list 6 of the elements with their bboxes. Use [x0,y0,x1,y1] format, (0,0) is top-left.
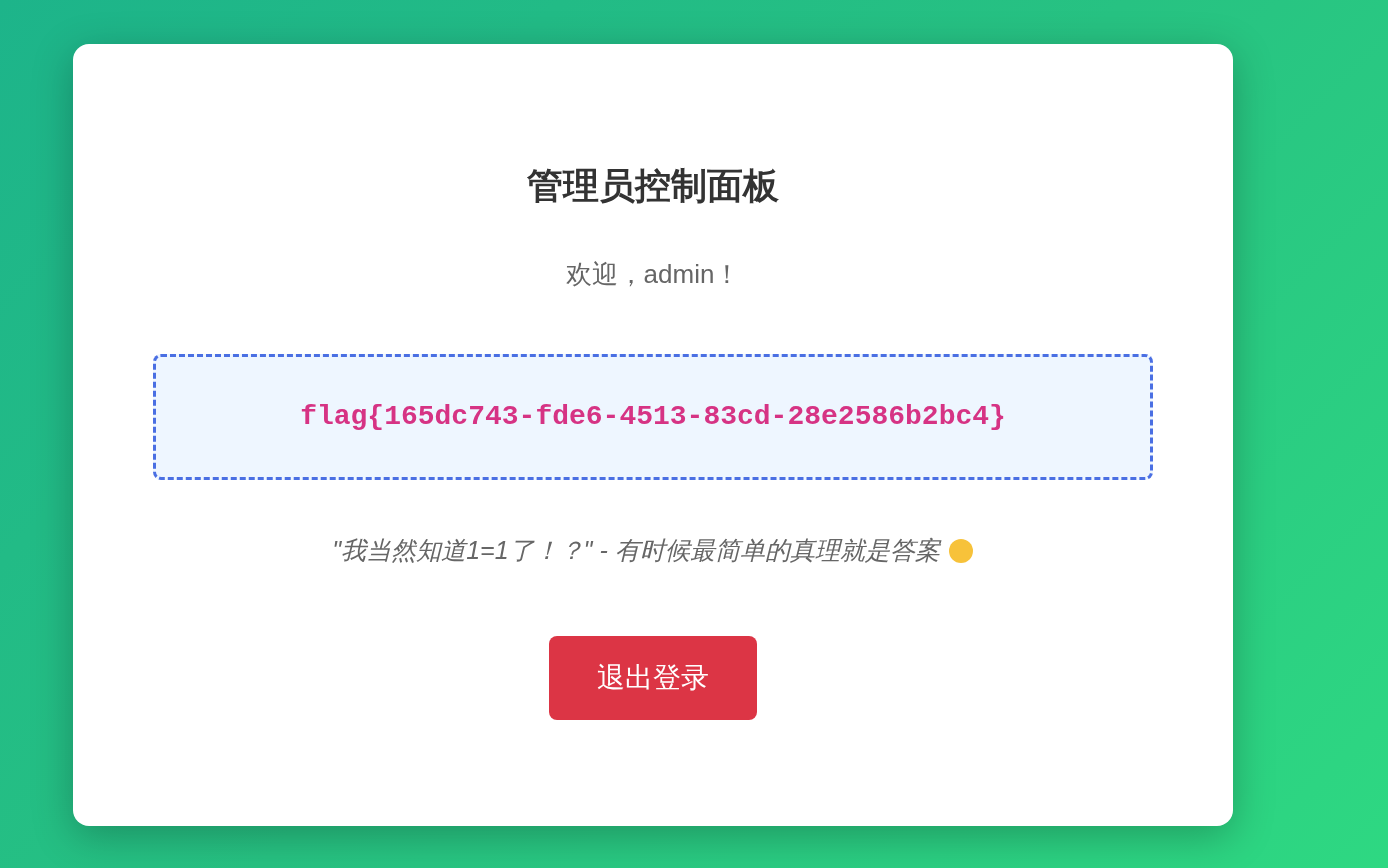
panel-title: 管理员控制面板 [526,164,780,208]
quote-text: "我当然知道1=1了！？" - 有时候最简单的真理就是答案 [332,535,940,567]
welcome-text: 欢迎，admin！ [565,259,741,290]
flag-text: flag{165dc743-fde6-4513-83cd-28e2586b2bc4} [300,400,1006,435]
emoji-icon [947,537,974,564]
logout-button[interactable]: 退出登录 [549,635,757,720]
